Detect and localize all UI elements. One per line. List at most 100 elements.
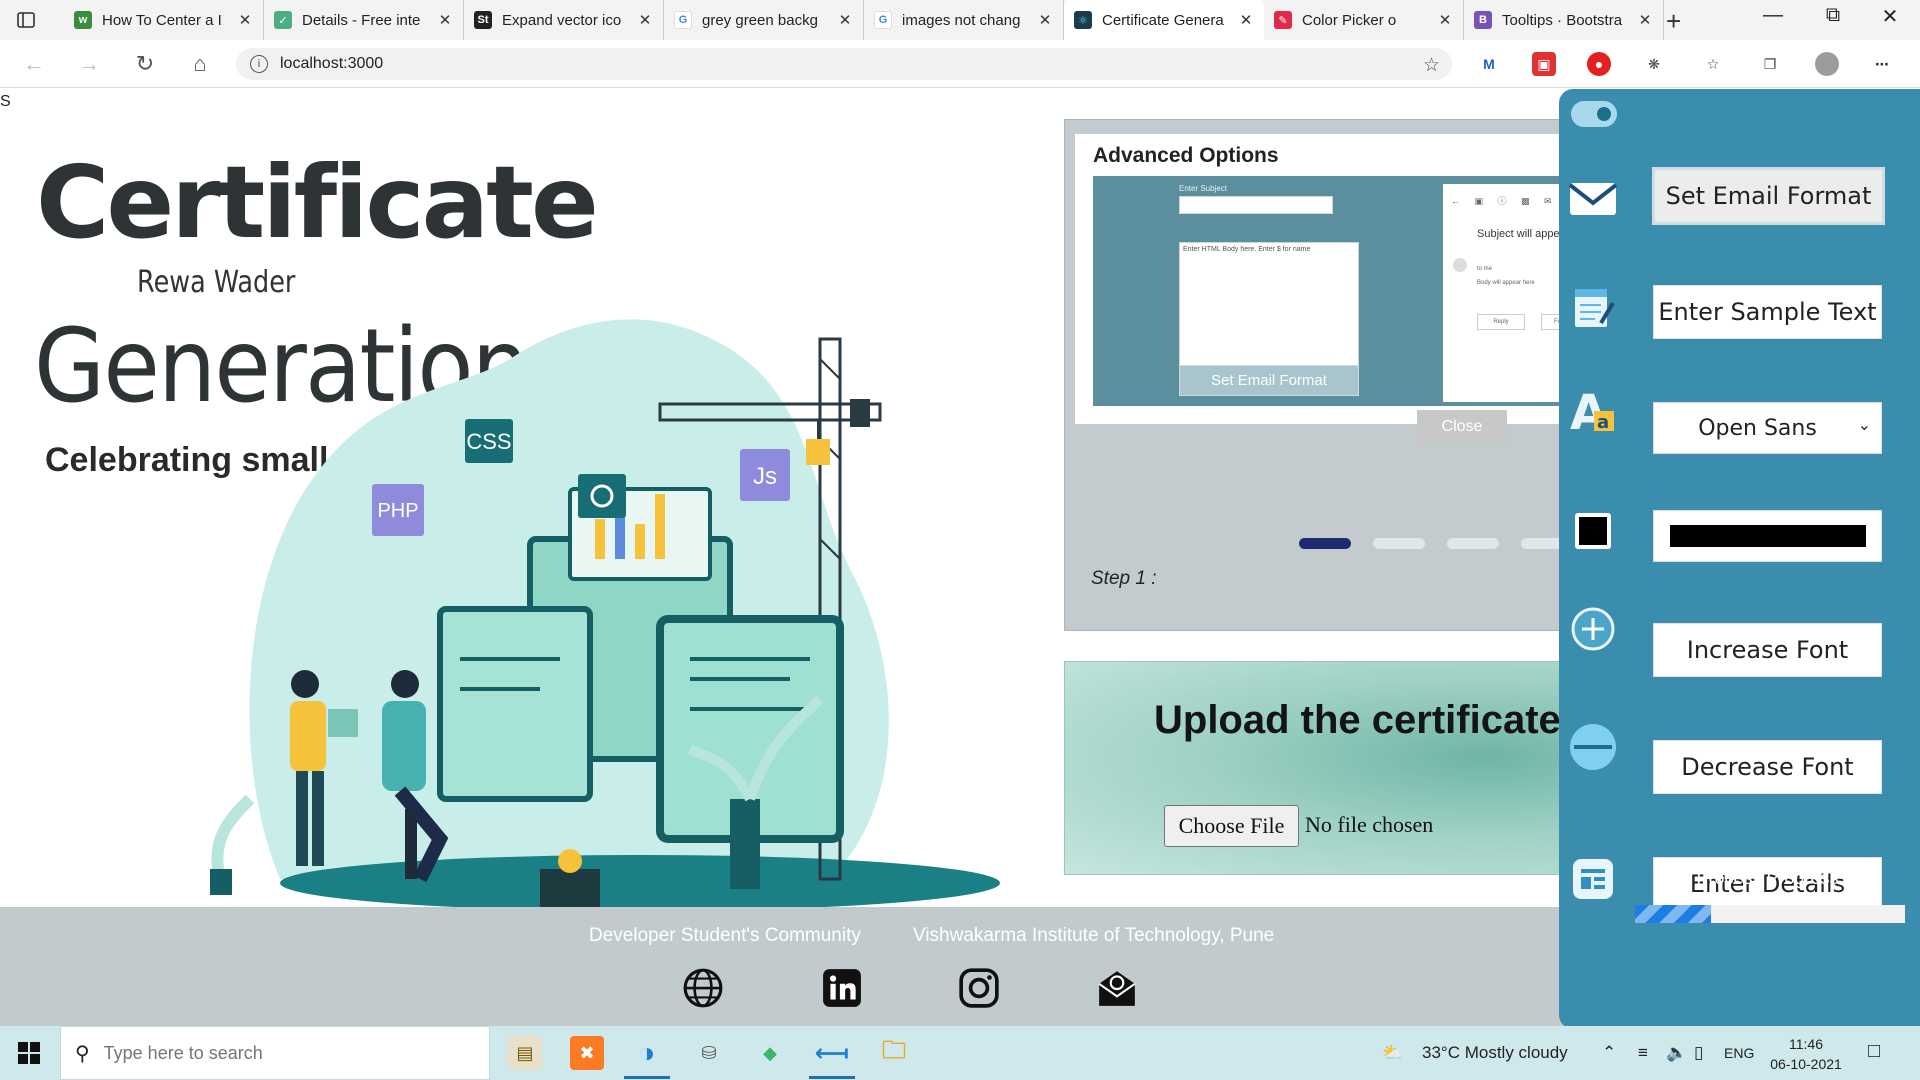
extensions-icon[interactable]: ❋ [1642,52,1666,76]
color-swatch-icon [1567,505,1619,557]
tab-close-icon[interactable]: ✕ [1637,11,1653,29]
tab-actions-icon[interactable] [16,10,36,30]
url-bar[interactable]: i ☆ [236,48,1452,80]
svg-text:a: a [1597,412,1609,433]
carousel-dot-3[interactable] [1447,538,1499,549]
mock-body-placeholder: Enter HTML Body here. Enter $ for name [1183,246,1311,253]
carousel-dot-1[interactable] [1299,538,1351,549]
formatting-side-panel: Set Email Format Enter Sample Text Aa Op… [1559,89,1920,1029]
chevron-down-icon: ⌄ [1857,415,1871,434]
edge-app-icon[interactable]: ◑ [624,1036,670,1079]
home-icon[interactable]: ⌂ [186,50,214,78]
font-family-value: Open Sans [1698,415,1817,441]
site-info-icon[interactable]: i [250,55,268,73]
browser-tab[interactable]: B Tooltips · Bootstra ✕ [1464,0,1664,40]
tab-close-icon[interactable]: ✕ [1037,11,1053,29]
choose-file-button[interactable]: Choose File [1164,805,1299,847]
url-input[interactable] [280,55,1180,73]
close-button[interactable]: Close [1417,410,1507,443]
tab-close-icon[interactable]: ✕ [1437,11,1453,29]
linkedin-icon[interactable] [821,967,863,1009]
toggle-knob [1597,107,1611,121]
file-explorer-app-icon[interactable]: ▤ [508,1036,542,1070]
forward-icon[interactable]: → [75,50,103,78]
mock-body-input: Enter HTML Body here. Enter $ for name [1179,242,1359,372]
browser-tab[interactable]: ✎ Color Picker o ✕ [1264,0,1464,40]
tab-favicon-icon: G [874,11,892,29]
browser-tab[interactable]: ✓ Details - Free inte ✕ [264,0,464,40]
clock-time: 11:46 [1789,1036,1823,1052]
window-close-icon[interactable]: ✕ [1865,4,1915,29]
tab-title: Color Picker o [1302,11,1397,29]
reload-icon[interactable]: ↻ [131,50,159,78]
profile-avatar[interactable] [1815,52,1839,76]
collections-icon[interactable]: ❐ [1758,52,1782,76]
windows-start-icon[interactable] [18,1042,40,1064]
font-icon: Aa [1567,385,1619,437]
vscode-app-icon[interactable]: ⟻ [809,1036,855,1079]
language-indicator[interactable]: ENG [1724,1045,1754,1061]
browser-tab[interactable]: Ggrey green backg ✕ [664,0,864,40]
more-menu-icon[interactable]: ⋯ [1870,52,1894,76]
back-icon[interactable]: ← [20,50,48,78]
color-app-icon[interactable]: ◆ [753,1036,787,1070]
progress-label: Process Progress [1696,868,1839,888]
taskbar-search-input[interactable] [103,1042,464,1064]
taskbar-clock[interactable]: 11:46 06-10-2021 [1765,1034,1847,1074]
email-icon[interactable] [1096,967,1138,1009]
enter-sample-text-button[interactable]: Enter Sample Text [1653,285,1882,339]
carousel-dot-2[interactable] [1373,538,1425,549]
minimize-icon[interactable]: — [1748,4,1798,27]
mock-mail-toolbar: ← ▣ ⓘ ▩ ✉ [1451,196,1558,206]
tab-close-icon[interactable]: ✕ [1238,11,1254,29]
battery-icon[interactable]: ▯ [1694,1043,1703,1063]
tab-close-icon[interactable]: ✕ [437,11,453,29]
tab-close-icon[interactable]: ✕ [837,11,853,29]
browser-tab[interactable]: w How To Center a I ✕ [64,0,264,40]
add-favorite-icon[interactable]: ☆ [1423,54,1440,77]
panel-toggle[interactable] [1571,101,1617,127]
tab-title: Expand vector ico [502,11,622,29]
font-family-select[interactable]: Open Sans ⌄ [1653,402,1882,454]
tab-close-icon[interactable]: ✕ [237,11,253,29]
tab-favicon-icon: B [1474,11,1492,29]
browser-tab[interactable]: Gimages not chang ✕ [864,0,1064,40]
clock-date: 06-10-2021 [1770,1056,1842,1072]
show-hidden-icons-icon[interactable]: ⌃ [1602,1043,1616,1063]
xampp-app-icon[interactable]: ✖ [570,1036,604,1070]
text-color-picker[interactable] [1653,510,1882,562]
increase-font-button[interactable]: Increase Font [1653,623,1882,677]
notepad-icon [1567,281,1619,333]
mock-mail-body: Body will appear here [1477,280,1535,286]
decrease-font-button[interactable]: Decrease Font [1653,740,1882,794]
php-label: PHP [377,500,418,522]
weather-text[interactable]: 33°C Mostly cloudy [1422,1043,1568,1063]
extension-m-icon[interactable]: M [1477,52,1501,76]
browser-tab[interactable]: ⚛ Certificate Genera ✕ [1064,0,1264,40]
new-tab-icon[interactable]: + [1666,6,1681,37]
taskbar-search[interactable]: ⚲ [60,1026,490,1080]
favorites-icon[interactable]: ☆ [1701,52,1725,76]
js-label: Js [753,463,777,490]
restore-icon[interactable]: ⧉ [1808,4,1858,27]
folder-app-icon[interactable]: 🗀 [877,1036,911,1070]
globe-icon[interactable] [682,967,724,1009]
database-app-icon[interactable]: ⛁ [692,1036,726,1070]
tab-title: Certificate Genera [1102,11,1224,29]
tab-favicon-icon: ✓ [274,11,292,29]
mock-subject-input [1179,196,1333,214]
tab-close-icon[interactable]: ✕ [637,11,653,29]
browser-tab[interactable]: St Expand vector ico ✕ [464,0,664,40]
network-icon[interactable]: ≡ [1638,1043,1648,1063]
volume-icon[interactable]: 🔈 [1666,1043,1687,1063]
tab-title: Details - Free inte [302,11,421,29]
tab-title: How To Center a I [102,11,222,29]
notifications-icon[interactable]: □ [1868,1040,1880,1063]
mock-set-email-button: Set Email Format [1179,365,1359,396]
weather-icon[interactable]: ⛅ [1382,1043,1403,1063]
footer-community: Developer Student's Community [589,925,861,946]
set-email-format-button[interactable]: Set Email Format [1652,167,1885,225]
extension-red-icon[interactable]: ▣ [1532,52,1556,76]
extension-color-picker-icon[interactable]: ● [1587,52,1611,76]
instagram-icon[interactable] [958,967,1000,1009]
